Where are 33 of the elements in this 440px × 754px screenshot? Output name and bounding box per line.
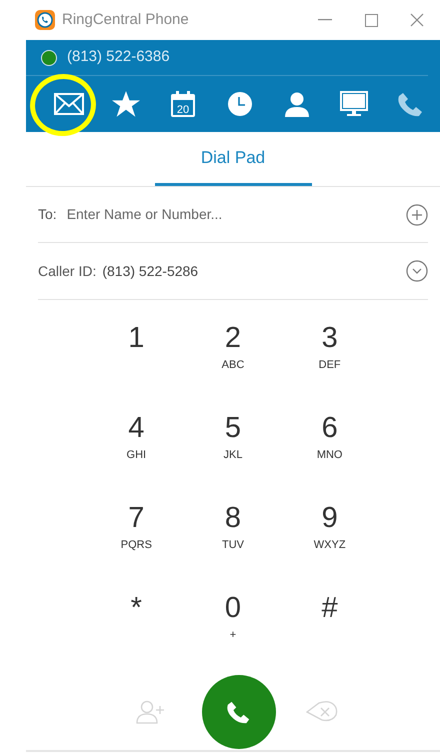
monitor-icon (340, 91, 368, 117)
nav-tab[interactable]: 20 (154, 76, 212, 132)
dial-key[interactable]: 6 MNO (281, 410, 378, 476)
dropdown-icon[interactable] (406, 260, 428, 282)
close-icon (410, 13, 424, 27)
dial-key[interactable]: 0 + (184, 590, 282, 656)
dial-key[interactable]: 5 JKL (184, 410, 282, 476)
dial-key[interactable]: # (281, 590, 378, 656)
to-label: To: (38, 205, 57, 224)
caller-id-value[interactable]: (813) 522-5286 (102, 260, 406, 282)
dial-key[interactable]: 4 GHI (88, 410, 185, 476)
minimize-icon (318, 19, 332, 21)
phone-icon (227, 700, 251, 724)
maximize-icon (364, 14, 378, 26)
envelope-icon (54, 93, 84, 115)
phone-number: (813) 522-6386 (67, 47, 170, 68)
clock-icon (226, 91, 253, 117)
dial-pad-tab[interactable]: Dial Pad (154, 132, 312, 186)
dial-key[interactable]: 2 ABC (184, 320, 282, 386)
add-icon[interactable] (406, 204, 428, 226)
recipient-field[interactable]: Enter Name or Number... (66, 204, 406, 225)
dial-key[interactable]: 9 WXYZ (281, 500, 378, 566)
person-icon (284, 91, 310, 117)
dial-key[interactable]: 1 (88, 320, 185, 386)
dial-key[interactable]: 8 TUV (184, 500, 282, 566)
dial-key[interactable]: 7 PQRS (88, 500, 185, 566)
window-title: RingCentral Phone (62, 10, 189, 30)
app-logo-icon (34, 9, 56, 31)
star-icon (112, 90, 140, 118)
caller-id-label: Caller ID: (38, 262, 96, 280)
dial-key[interactable]: * (88, 590, 185, 656)
phone-icon (398, 91, 424, 117)
dial-key[interactable]: 3 DEF (281, 320, 378, 386)
